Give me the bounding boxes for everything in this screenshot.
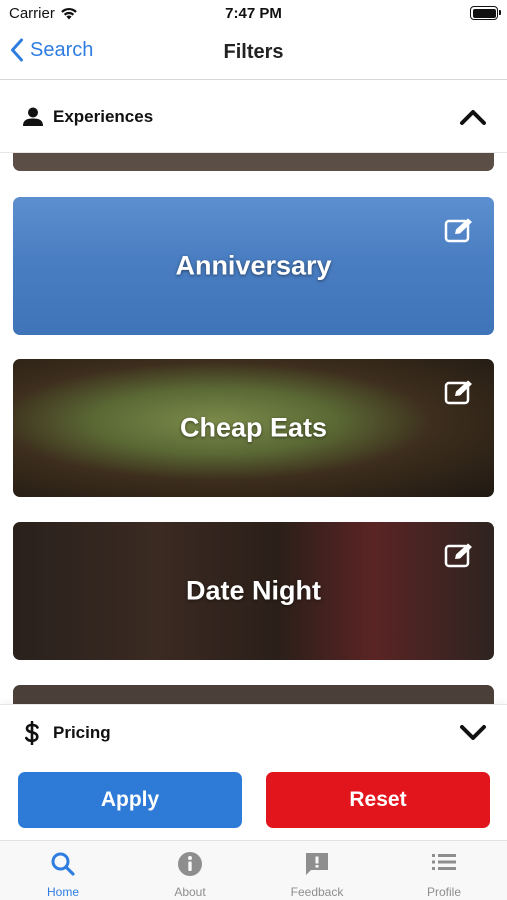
clock: 7:47 PM <box>225 5 282 22</box>
pricing-section-header[interactable]: Pricing <box>0 704 507 760</box>
edit-icon[interactable] <box>444 379 474 405</box>
person-icon <box>23 107 43 126</box>
chevron-up-icon[interactable] <box>459 108 487 126</box>
experience-card-partial-top[interactable] <box>13 153 494 171</box>
experience-card-date-night[interactable]: Date Night <box>13 522 494 660</box>
dollar-icon <box>25 720 39 745</box>
experiences-section-title: Experiences <box>53 106 154 126</box>
tab-about[interactable]: About <box>127 841 253 900</box>
tab-label: Home <box>46 885 79 899</box>
tab-bar: Home About Feedback Profile <box>0 840 507 900</box>
experience-card-anniversary[interactable]: Anniversary <box>13 197 494 335</box>
info-icon <box>178 852 202 876</box>
pricing-section-title: Pricing <box>53 722 111 742</box>
status-bar: Carrier 7:47 PM <box>0 0 507 28</box>
page-title: Filters <box>223 41 284 63</box>
tab-label: Feedback <box>290 885 344 899</box>
chevron-down-icon[interactable] <box>459 724 487 742</box>
experiences-list[interactable]: Anniversary Cheap Eats Date Night <box>0 153 507 704</box>
experience-card-label: Anniversary <box>175 250 332 281</box>
experience-card-partial-bottom[interactable] <box>13 685 494 704</box>
experience-card-label: Date Night <box>186 575 321 606</box>
reset-button[interactable]: Reset <box>266 772 490 828</box>
edit-icon[interactable] <box>444 542 474 568</box>
tab-feedback[interactable]: Feedback <box>254 841 380 900</box>
tab-label: Profile <box>426 885 461 899</box>
search-icon <box>51 852 75 876</box>
experience-card-label: Cheap Eats <box>179 412 328 443</box>
navigation-bar: Search Filters <box>0 28 507 80</box>
battery-icon <box>470 6 501 20</box>
apply-button[interactable]: Apply <box>18 772 242 828</box>
list-icon <box>432 854 456 870</box>
tab-home[interactable]: Home <box>0 841 126 900</box>
tab-profile[interactable]: Profile <box>381 841 507 900</box>
experience-card-cheap-eats[interactable]: Cheap Eats <box>13 359 494 497</box>
tab-label: About <box>174 885 206 899</box>
edit-icon[interactable] <box>444 217 474 243</box>
feedback-icon <box>306 853 328 875</box>
experiences-section-header[interactable]: Experiences <box>0 81 507 153</box>
